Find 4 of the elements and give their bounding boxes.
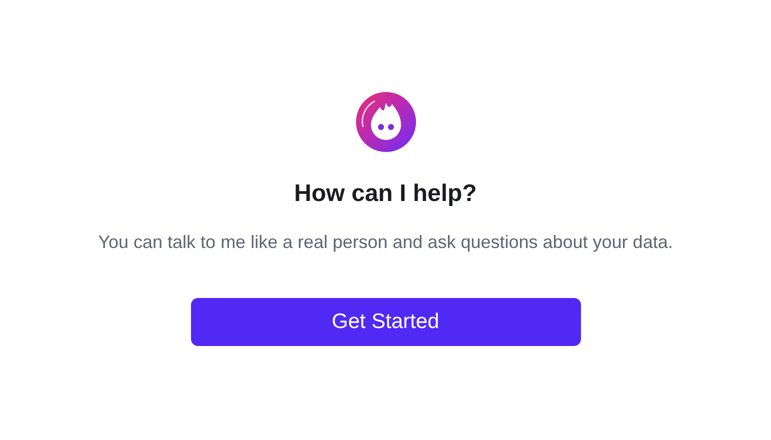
- flame-logo-icon: [354, 91, 416, 153]
- description: You can talk to me like a real person and ask questions about your data.: [98, 231, 673, 254]
- heading: How can I help?: [294, 179, 477, 209]
- get-started-button[interactable]: Get Started: [190, 298, 580, 346]
